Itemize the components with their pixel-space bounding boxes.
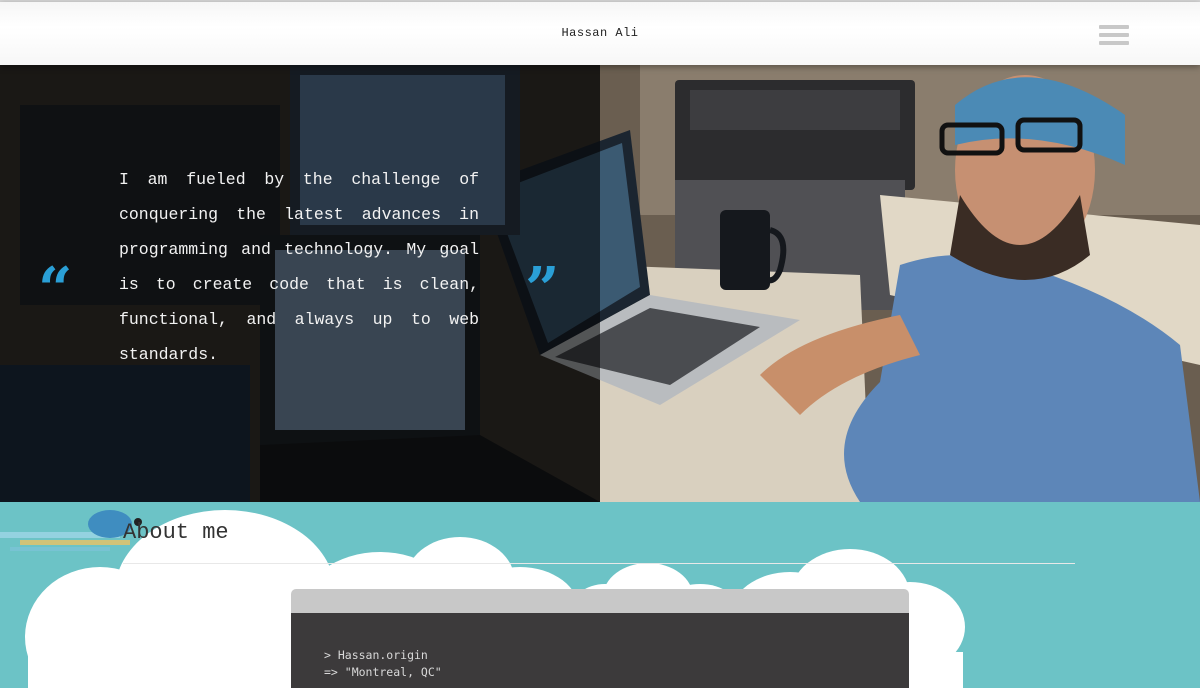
close-quote-icon: ” — [525, 255, 560, 325]
about-divider — [123, 563, 1075, 564]
hero-quote: I am fueled by the challenge of conqueri… — [119, 170, 479, 364]
hamburger-menu-icon[interactable] — [1098, 25, 1130, 49]
terminal-line: > Hassan.origin — [324, 648, 428, 662]
open-quote-icon: “ — [38, 255, 73, 325]
site-title[interactable]: Hassan Ali — [0, 26, 1200, 40]
terminal-window: > Hassan.origin => "Montreal, QC" — [291, 589, 909, 688]
about-title: About me — [123, 520, 229, 545]
terminal-title-bar — [291, 589, 909, 613]
about-section: About me > Hassan.origin => "Montreal, Q… — [0, 502, 1200, 688]
hero-section: “ I am fueled by the challenge of conque… — [0, 65, 1200, 502]
terminal-body: > Hassan.origin => "Montreal, QC" — [291, 613, 909, 688]
terminal-line: => "Montreal, QC" — [324, 665, 442, 679]
site-header: Hassan Ali — [0, 2, 1200, 65]
